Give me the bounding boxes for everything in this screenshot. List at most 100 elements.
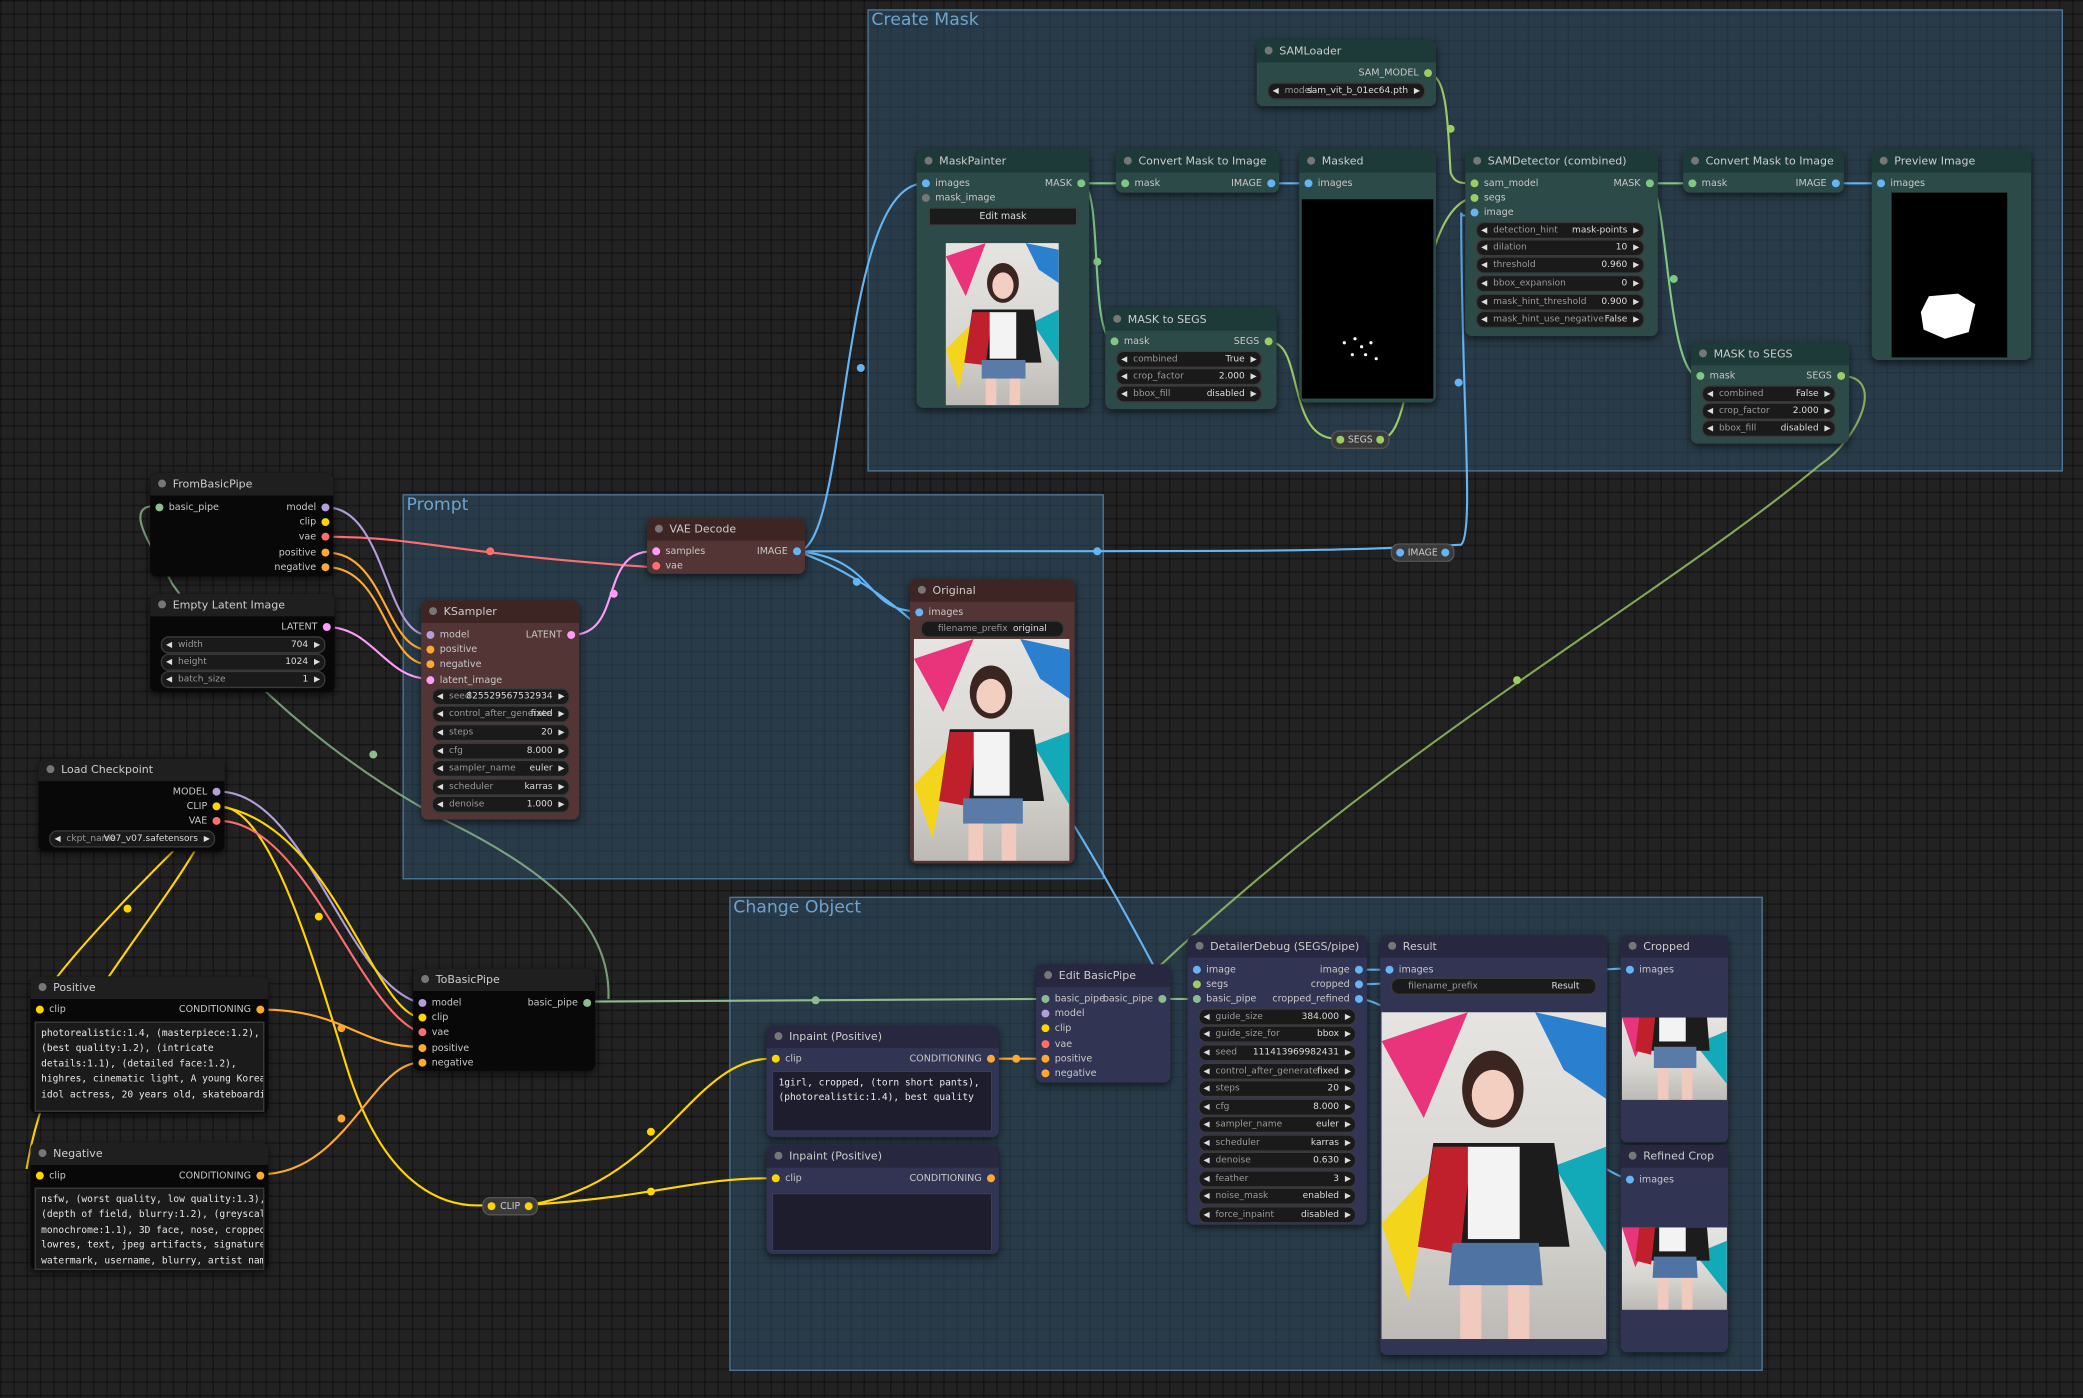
output-clip[interactable]: clip <box>300 515 330 528</box>
reroute-image[interactable]: IMAGE <box>1390 543 1455 562</box>
slot-pin-icon[interactable] <box>1041 1069 1050 1078</box>
collapse-dot-icon[interactable] <box>1044 971 1053 980</box>
edit-mask-button[interactable]: Edit mask <box>928 207 1078 226</box>
slot-pin-icon[interactable] <box>487 1202 496 1211</box>
slot-pin-icon[interactable] <box>418 1058 427 1067</box>
node-sam-detector[interactable]: SAMDetector (combined) sam_model segs im… <box>1465 150 1658 337</box>
output-mask[interactable]: MASK <box>1045 177 1086 190</box>
input-images[interactable]: images <box>1877 177 1925 190</box>
slot-pin-icon[interactable] <box>1336 435 1345 444</box>
widget-control-after-generate[interactable]: ◀ control_after_generate fixed ▶ <box>1198 1062 1357 1080</box>
collapse-dot-icon[interactable] <box>429 607 438 616</box>
output-negative[interactable]: negative <box>274 561 330 574</box>
widget-bbox-fill[interactable]: ◀ bbox_fill disabled ▶ <box>1701 419 1836 438</box>
widget-mask-hint-threshold[interactable]: ◀ mask_hint_threshold 0.900 ▶ <box>1475 293 1645 311</box>
output-image[interactable]: IMAGE <box>757 545 802 558</box>
widget-force-inpaint[interactable]: ◀ force_inpaint disabled ▶ <box>1198 1206 1357 1224</box>
collapse-dot-icon[interactable] <box>1307 156 1316 165</box>
widget-denoise[interactable]: ◀ denoise 0.630 ▶ <box>1198 1151 1357 1169</box>
output-segs[interactable]: SEGS <box>1806 369 1846 382</box>
prompt-textarea[interactable]: nsfw, (worst quality, low quality:1.3), … <box>34 1187 265 1270</box>
output-vae[interactable]: VAE <box>189 814 221 827</box>
input-images[interactable]: images <box>1625 963 1674 976</box>
slot-pin-icon[interactable] <box>771 1054 780 1063</box>
widget-scheduler[interactable]: ◀ scheduler karras ▶ <box>431 778 570 796</box>
input-clip[interactable]: clip <box>35 1169 66 1182</box>
collapse-dot-icon[interactable] <box>1699 349 1707 358</box>
widget-bbox-expansion[interactable]: ◀ bbox_expansion 0 ▶ <box>1475 274 1645 293</box>
input-vae[interactable]: vae <box>652 559 683 572</box>
collapse-dot-icon[interactable] <box>1691 156 1700 165</box>
slot-pin-icon[interactable] <box>321 503 330 512</box>
input-clip[interactable]: clip <box>771 1052 802 1065</box>
input-vae[interactable]: vae <box>1041 1037 1072 1050</box>
node-edit-basic-pipe[interactable]: Edit BasicPipe basic_pipe model clip vae… <box>1036 964 1171 1083</box>
output-sam-model[interactable]: SAM_MODEL <box>1358 66 1433 79</box>
input-positive[interactable]: positive <box>1041 1052 1092 1065</box>
output-pin-icon[interactable] <box>1424 69 1433 78</box>
widget-guide-size[interactable]: ◀ guide_size 384.000 ▶ <box>1198 1008 1357 1026</box>
node-inpaint-positive[interactable]: Inpaint (Positive) clip CONDITIONING 1gi… <box>766 1025 999 1138</box>
output-image[interactable]: image <box>1320 963 1363 976</box>
input-mask[interactable]: mask <box>1110 335 1150 348</box>
input-negative[interactable]: negative <box>426 658 481 671</box>
output-image[interactable]: IMAGE <box>1796 177 1840 190</box>
node-inpaint-positive[interactable]: Inpaint (Positive) clip CONDITIONING <box>766 1145 999 1255</box>
collapse-dot-icon[interactable] <box>38 1149 47 1158</box>
node-negative-prompt[interactable]: Negative clip CONDITIONING nsfw, (worst … <box>30 1142 269 1270</box>
slot-pin-icon[interactable] <box>583 998 592 1007</box>
slot-pin-icon[interactable] <box>35 1171 44 1180</box>
prompt-textarea[interactable] <box>771 1192 993 1252</box>
node-vae-decode[interactable]: VAE Decode samples vae IMAGE <box>646 518 806 574</box>
input-latent-image[interactable]: latent_image <box>426 673 502 686</box>
slot-pin-icon[interactable] <box>256 1171 265 1180</box>
slot-pin-icon[interactable] <box>771 1174 780 1183</box>
input-model[interactable]: model <box>1041 1007 1084 1020</box>
node-ksampler[interactable]: KSampler model positive negative latent_… <box>421 600 580 820</box>
output-conditioning[interactable]: CONDITIONING <box>910 1052 995 1065</box>
slot-pin-icon[interactable] <box>155 503 164 512</box>
slot-pin-icon[interactable] <box>1470 208 1479 217</box>
slot-pin-icon[interactable] <box>1837 371 1846 380</box>
input-image[interactable]: image <box>1192 963 1236 976</box>
node-mask-painter[interactable]: MaskPainter images mask_image MASK Edit … <box>916 150 1090 408</box>
slot-pin-icon[interactable] <box>652 561 661 570</box>
slot-pin-icon[interactable] <box>418 1013 427 1022</box>
output-model[interactable]: model <box>286 501 330 514</box>
input-mask-image[interactable]: mask_image <box>921 191 995 204</box>
slot-pin-icon[interactable] <box>426 660 435 669</box>
output-mask[interactable]: MASK <box>1613 177 1654 190</box>
output-latent[interactable]: LATENT <box>526 628 576 641</box>
widget-noise-mask[interactable]: ◀ noise_mask enabled ▶ <box>1198 1187 1357 1205</box>
slot-pin-icon[interactable] <box>524 1202 533 1211</box>
slot-pin-icon[interactable] <box>1354 965 1363 974</box>
input-mask[interactable]: mask <box>1696 369 1735 382</box>
output-image[interactable]: IMAGE <box>1231 177 1276 190</box>
node-original[interactable]: Original images filename_prefix original <box>909 579 1075 864</box>
input-mask[interactable]: mask <box>1121 177 1160 190</box>
input-sam-model[interactable]: sam_model <box>1470 177 1538 190</box>
slot-pin-icon[interactable] <box>1192 994 1201 1003</box>
input-basic-pipe[interactable]: basic_pipe <box>1041 992 1105 1005</box>
widget-model[interactable]: ◀ model sam_vit_b_01ec64.pth ▶ <box>1267 82 1426 100</box>
node-positive-prompt[interactable]: Positive clip CONDITIONING photorealisti… <box>30 976 269 1114</box>
input-images[interactable]: images <box>915 606 963 619</box>
collapse-dot-icon[interactable] <box>38 983 47 991</box>
slot-pin-icon[interactable] <box>322 623 331 631</box>
input-clip[interactable]: clip <box>35 1003 66 1016</box>
collapse-dot-icon[interactable] <box>924 156 933 165</box>
input-model[interactable]: model <box>418 996 461 1009</box>
node-load-checkpoint[interactable]: Load Checkpoint MODEL CLIP VAE ◀ ckpt_nam… <box>38 758 225 852</box>
widget-cfg[interactable]: ◀ cfg 8.000 ▶ <box>1198 1098 1357 1116</box>
widget-sampler-name[interactable]: ◀ sampler_name euler ▶ <box>431 759 570 778</box>
widget-filename-prefix[interactable]: filename_prefix Result <box>1390 977 1597 995</box>
output-vae[interactable]: vae <box>299 530 330 543</box>
collapse-dot-icon[interactable] <box>1879 156 1888 165</box>
slot-pin-icon[interactable] <box>793 547 802 556</box>
slot-pin-icon[interactable] <box>1354 994 1363 1003</box>
output-model[interactable]: MODEL <box>173 785 221 798</box>
slot-pin-icon[interactable] <box>1158 994 1167 1003</box>
slot-pin-icon[interactable] <box>35 1005 44 1014</box>
slot-pin-icon[interactable] <box>321 563 330 572</box>
collapse-dot-icon[interactable] <box>1123 156 1132 165</box>
